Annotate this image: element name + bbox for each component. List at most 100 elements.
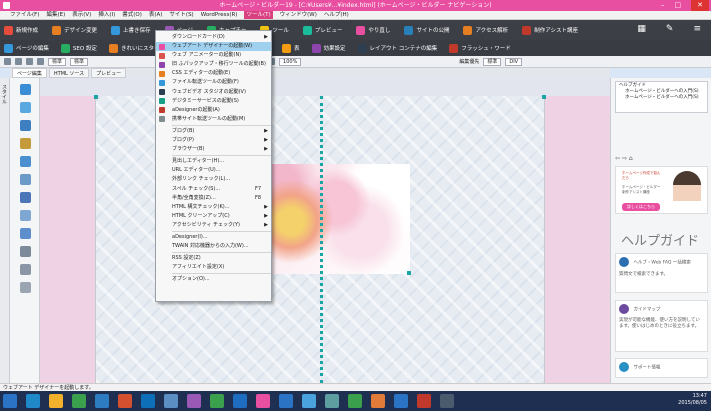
tools-menu-item[interactable]: 半角/全角変換(Z)... F8: [156, 194, 271, 203]
forward-arrow-icon[interactable]: ⇨: [622, 155, 627, 162]
paragraph-select[interactable]: 標準: [483, 57, 502, 66]
menu-2[interactable]: 表示(V): [72, 11, 91, 19]
editing-canvas[interactable]: [40, 78, 610, 383]
image-icon[interactable]: [20, 102, 31, 113]
taskbar-app-icon[interactable]: [440, 394, 454, 408]
tools-menu-item[interactable]: URL エディター(U)...: [156, 166, 271, 175]
taskbar-app-icon[interactable]: [72, 394, 86, 408]
help-card-support[interactable]: サポート情報: [615, 358, 708, 378]
tools-menu-item[interactable]: HTML クリーンアップ(C) ▶: [156, 212, 271, 221]
tools-menu-item[interactable]: デジタミーサービスの起動(S): [156, 97, 271, 106]
taskbar-app-icon[interactable]: [49, 394, 63, 408]
taskbar-app-icon[interactable]: [210, 394, 224, 408]
banner-button[interactable]: 詳しくはこちら: [622, 203, 660, 211]
menu-5[interactable]: 表(A): [149, 11, 163, 19]
edit-toolbar-button-8[interactable]: レイアウト コンテナの編集: [357, 43, 437, 53]
tools-menu-item[interactable]: ファイル転送ツールの起動(F): [156, 78, 271, 87]
page-corner-handle[interactable]: [542, 95, 546, 99]
toolbar-button-2[interactable]: 上書き保存: [111, 25, 151, 35]
taskbar-app-icon[interactable]: [394, 394, 408, 408]
help-card-search[interactable]: ヘルプ・Web FAQ 一括検索 質問文で検索できます。: [615, 253, 708, 293]
size-select[interactable]: 標準: [70, 57, 89, 66]
help-card-guidemap[interactable]: ガイドマップ 実現が可能な機能、使い方を説明しています。使いはじめのときに役立ち…: [615, 300, 708, 352]
taskbar-app-icon[interactable]: [302, 394, 316, 408]
gadget-icon[interactable]: [20, 210, 31, 221]
edit-toolbar-button-6[interactable]: 表: [282, 43, 300, 53]
tools-menu-item[interactable]: TWAIN 対応機器からの入力(W)...: [156, 242, 271, 251]
toolbar-button-9[interactable]: アクセス解析: [463, 25, 508, 35]
edit-toolbar-button-0[interactable]: ページの編集: [4, 43, 49, 53]
menu-0[interactable]: ファイル(F): [10, 11, 39, 19]
menu-7[interactable]: WordPress(R): [201, 11, 238, 19]
help-tree-item[interactable]: ホームページ・ビルダーへの入門(S): [619, 95, 704, 101]
menu-3[interactable]: 挿入(I): [98, 11, 115, 19]
toolbar-button-0[interactable]: 新規作成: [4, 25, 38, 35]
align-center-icon[interactable]: [15, 58, 22, 65]
tools-menu-item[interactable]: 見出しエディター(H)...: [156, 157, 271, 166]
movie-icon[interactable]: [20, 228, 31, 239]
form-icon[interactable]: [20, 156, 31, 167]
taskbar-app-icon[interactable]: [417, 394, 431, 408]
toolbar-button-7[interactable]: やり直し: [356, 25, 390, 35]
tools-menu-item[interactable]: 携帯サイト転送ツールの起動(M): [156, 115, 271, 124]
layout-container-guide[interactable]: [320, 96, 323, 383]
taskbar-app-icon[interactable]: [164, 394, 178, 408]
menu-icon[interactable]: ≡: [693, 24, 701, 34]
taskbar-app-icon[interactable]: [141, 394, 155, 408]
link-icon[interactable]: [20, 120, 31, 131]
menu-10[interactable]: ヘルプ(H): [324, 11, 349, 19]
taskbar-app-icon[interactable]: [233, 394, 247, 408]
tools-menu-item[interactable]: ウェブアート デザイナーの起動(W): [156, 42, 271, 52]
tools-menu-item[interactable]: スペル チェック(S)... F7: [156, 185, 271, 194]
edit-toolbar-button-1[interactable]: SEO 設定: [60, 43, 97, 53]
element-select[interactable]: DIV: [505, 57, 523, 66]
maximize-button[interactable]: □: [675, 0, 682, 11]
tools-menu-item[interactable]: ダウンロードカード(D) ▶: [156, 33, 271, 42]
layout-icon[interactable]: [20, 174, 31, 185]
left-sidebar-tab[interactable]: スタイル: [0, 78, 10, 383]
help-tree[interactable]: ヘルプガイド ホームページ・ビルダーへの入門(S) ホームページ・ビルダーへの入門(…: [615, 81, 708, 113]
grid-view-icon[interactable]: ▦: [637, 24, 646, 34]
taskbar-app-icon[interactable]: [279, 394, 293, 408]
edit-toolbar-button-9[interactable]: フラッシュ・ワード: [449, 43, 511, 53]
tools-menu-item[interactable]: 旧 ふパックアップ・移行ツールの起動(B): [156, 60, 271, 69]
zoom-select[interactable]: 100%: [279, 57, 302, 66]
home-icon[interactable]: ⌂: [629, 155, 633, 162]
undo-icon[interactable]: [26, 58, 33, 65]
tools-menu-item[interactable]: ブラウザー(B) ▶: [156, 145, 271, 154]
tools-menu-item[interactable]: ブログ(P) ▶: [156, 136, 271, 145]
style-select[interactable]: 標準: [48, 57, 67, 66]
back-arrow-icon[interactable]: ⇦: [615, 155, 620, 162]
close-button[interactable]: ✕: [691, 0, 709, 11]
more-icon[interactable]: [20, 282, 31, 293]
table-icon[interactable]: [20, 138, 31, 149]
taskbar-app-icon[interactable]: [187, 394, 201, 408]
page-corner-handle[interactable]: [94, 95, 98, 99]
image-resize-handle[interactable]: [407, 271, 411, 275]
minimize-button[interactable]: –: [661, 0, 665, 11]
assist-banner[interactable]: ホームページ作成で悩んだら ホームページ・ビルダー 制作アシスト講座 詳しくはこ…: [615, 166, 708, 214]
menu-6[interactable]: サイト(S): [169, 11, 193, 19]
start-button-icon[interactable]: [3, 394, 17, 408]
tools-menu-item[interactable]: ウェブビデオ スタジオの起動(V): [156, 88, 271, 97]
tools-menu-item[interactable]: ウェブ アニメーターの起動(N): [156, 51, 271, 60]
pin-icon[interactable]: ✎: [666, 24, 674, 34]
tools-menu-item[interactable]: aDesignerの起動(A): [156, 106, 271, 115]
taskbar-app-icon[interactable]: [118, 394, 132, 408]
align-left-icon[interactable]: [4, 58, 11, 65]
tools-menu-item[interactable]: 外部リンク チェック(L)...: [156, 175, 271, 184]
folder-icon[interactable]: [20, 264, 31, 275]
toolbar-button-10[interactable]: 制作アシスト講座: [522, 25, 578, 35]
taskbar-app-icon[interactable]: [325, 394, 339, 408]
taskbar-app-icon[interactable]: [371, 394, 385, 408]
taskbar-app-icon[interactable]: [95, 394, 109, 408]
tools-menu-item[interactable]: アクセシビリティ チェック(Y) ▶: [156, 221, 271, 230]
menu-1[interactable]: 編集(E): [46, 11, 65, 19]
tools-menu-item[interactable]: アフィリエイト設定(X): [156, 263, 271, 272]
taskbar-app-icon[interactable]: [348, 394, 362, 408]
taskbar-app-icon[interactable]: [26, 394, 40, 408]
menu-4[interactable]: 書式(O): [122, 11, 142, 19]
tab-1[interactable]: HTML ソース: [48, 68, 90, 78]
toolbar-button-6[interactable]: プレビュー: [302, 25, 342, 35]
edit-toolbar-button-7[interactable]: 効果設定: [311, 43, 346, 53]
